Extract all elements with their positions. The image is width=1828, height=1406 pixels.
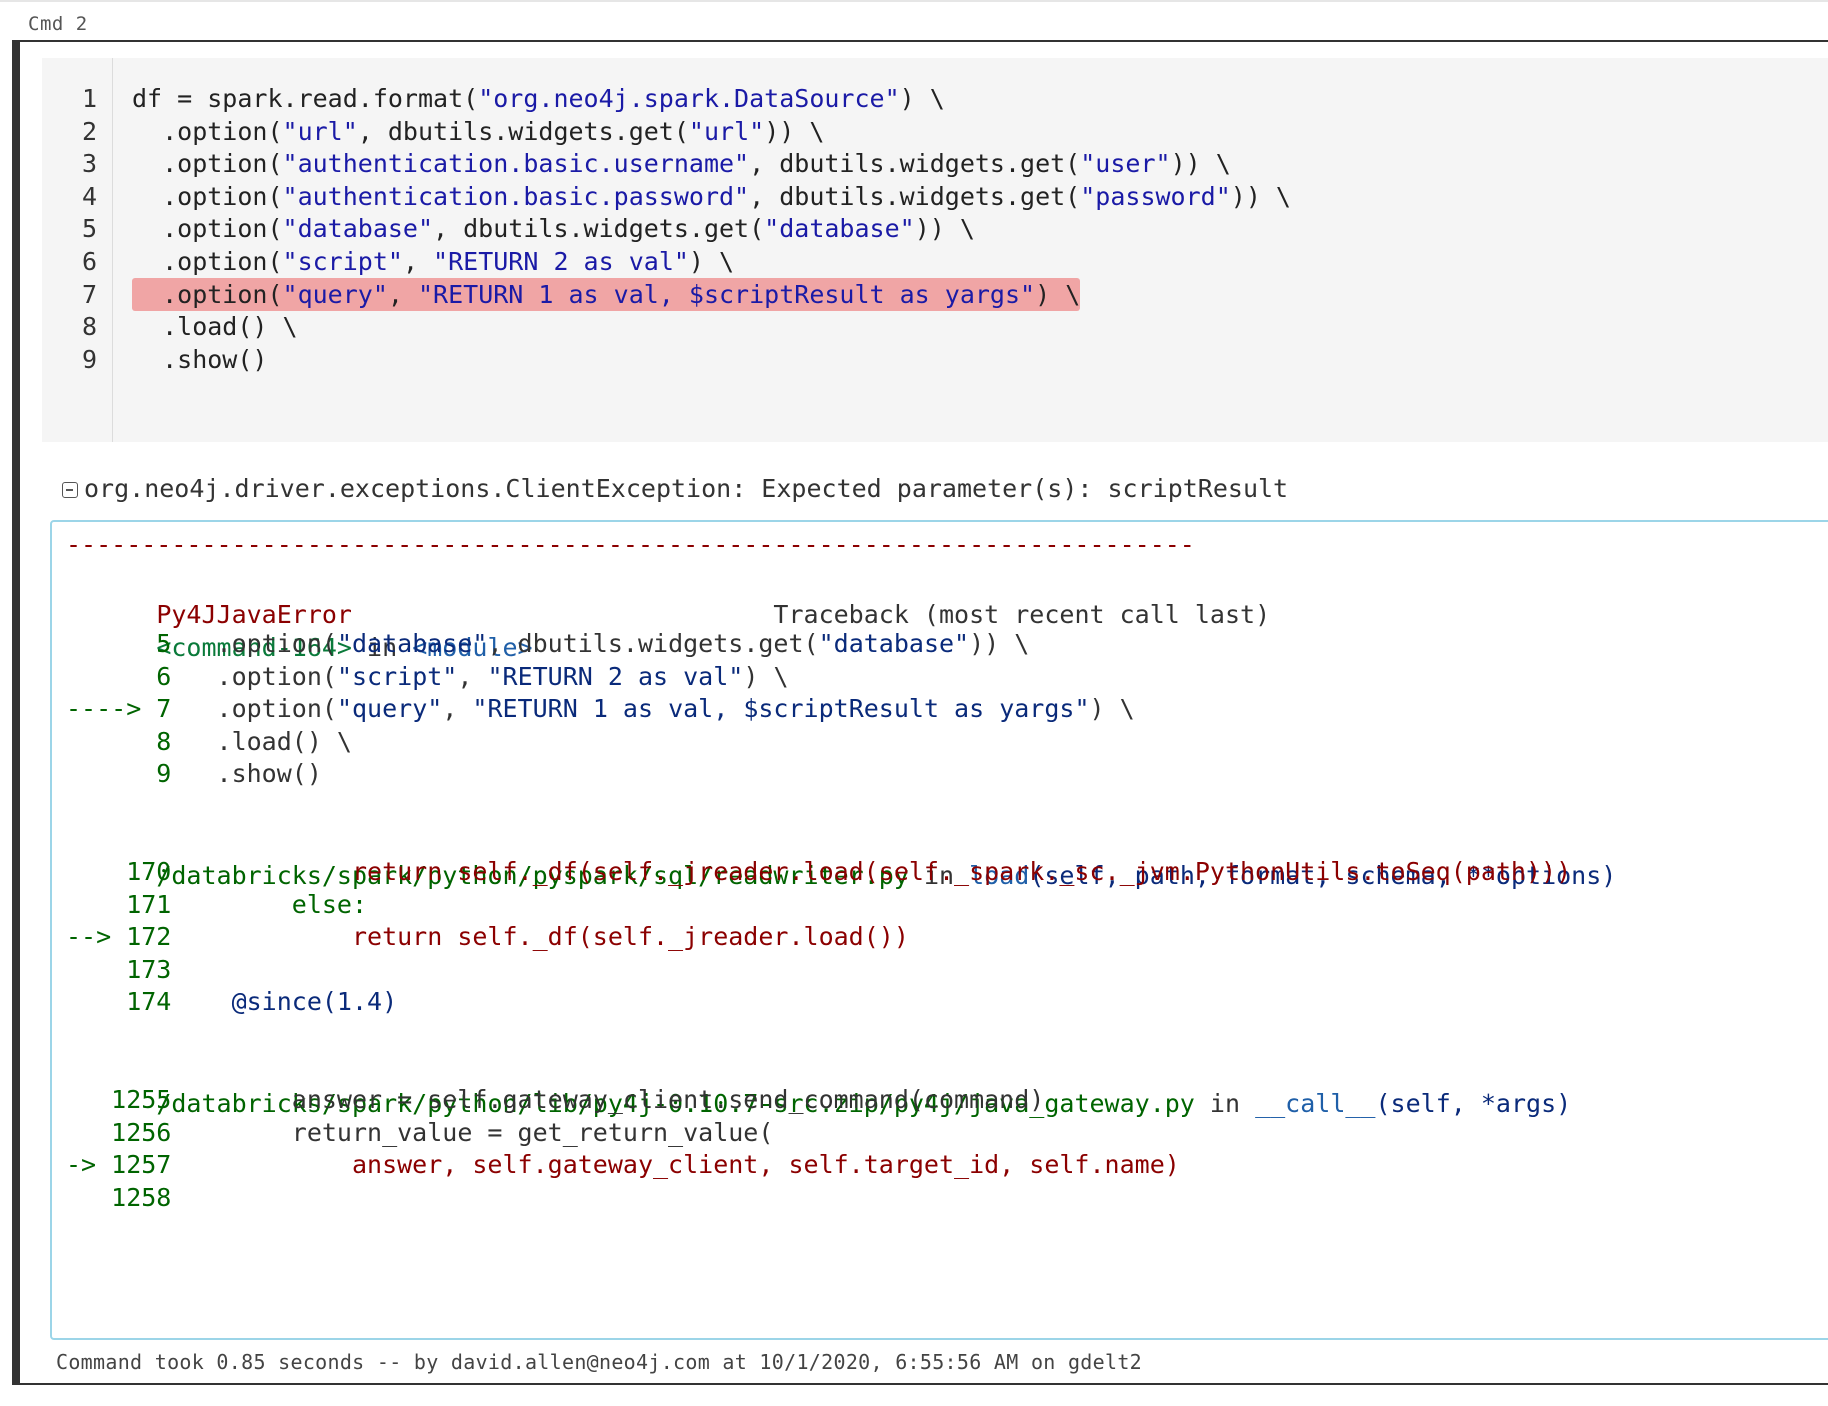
- line-number: 2: [81, 116, 97, 146]
- frame1-header: <command-164> in <module>: [66, 592, 532, 662]
- traceback-line: ----> 7 .option("query", "RETURN 1 as va…: [66, 690, 1135, 727]
- frame2-header: /databricks/spark/python/pyspark/sql/rea…: [66, 820, 1616, 890]
- traceback-line: 5 .option("database", dbutils.widgets.ge…: [66, 625, 1029, 662]
- top-divider: [0, 0, 1828, 2]
- traceback-line-number: -> 1257: [66, 1150, 172, 1180]
- traceback-line-number: ----> 7: [66, 694, 172, 724]
- traceback-code: .load() \: [171, 726, 352, 756]
- traceback-line-number: 170: [66, 857, 172, 886]
- code-text: .show(): [132, 344, 268, 374]
- traceback-code: .option("query", "RETURN 1 as val, $scri…: [171, 694, 1135, 724]
- code-text: .option("url", dbutils.widgets.get("url"…: [132, 116, 825, 146]
- traceback-line: 9 .show(): [66, 755, 322, 792]
- frame3-func: __call__: [1255, 1089, 1376, 1118]
- code-text: .load() \: [132, 312, 298, 342]
- traceback-line-number: 1255: [66, 1085, 172, 1114]
- line-number: 5: [81, 214, 97, 244]
- line-number: 8: [81, 312, 97, 342]
- code-text: .option("authentication.basic.password",…: [132, 181, 1291, 211]
- traceback-line: 174 @since(1.4): [66, 983, 397, 1020]
- traceback-line-number: 171: [66, 889, 172, 919]
- traceback-line: -> 1257 answer, self.gateway_client, sel…: [66, 1146, 1180, 1183]
- traceback-code: .option("script", "RETURN 2 as val") \: [171, 661, 789, 691]
- line-number: 6: [81, 247, 97, 276]
- traceback-dashes: ----------------------------------------…: [66, 530, 1195, 559]
- notebook-cell[interactable]: 1 df = spark.read.format("org.neo4j.spark…: [12, 40, 1828, 1385]
- traceback-line: 1256 return_value = get_return_value(: [66, 1114, 773, 1151]
- traceback-line: 171 else:: [66, 886, 367, 923]
- traceback-line-number: 9: [66, 759, 172, 789]
- traceback-line-number: 173: [66, 954, 172, 984]
- traceback-line: 6 .option("script", "RETURN 2 as val") \: [66, 658, 789, 695]
- line-number: 1: [81, 84, 97, 113]
- line-number: 7: [81, 279, 97, 309]
- traceback-code: answer = self.gateway_client.send_comman…: [171, 1085, 1045, 1114]
- traceback-line-number: 1256: [66, 1117, 172, 1147]
- code-text: df = spark.read.format("org.neo4j.spark.…: [132, 84, 945, 113]
- frame3-header: /databricks/spark/python/lib/py4j-0.10.7…: [66, 1048, 1571, 1118]
- code-text: .option("script", "RETURN 2 as val") \: [132, 247, 735, 276]
- cell-label: Cmd 2: [28, 13, 88, 35]
- error-line-highlight: .option("query", "RETURN 1 as val, $scri…: [132, 277, 1081, 311]
- traceback-line-number: 8: [66, 726, 172, 756]
- code-editor[interactable]: 1 df = spark.read.format("org.neo4j.spark…: [42, 58, 1828, 442]
- traceback-line: 8 .load() \: [66, 723, 352, 760]
- code-text: .option("database", dbutils.widgets.get(…: [132, 214, 975, 244]
- traceback-code: else:: [171, 889, 368, 919]
- error-header: org.neo4j.driver.exceptions.ClientExcept…: [84, 474, 1289, 503]
- line-number: 9: [81, 344, 97, 374]
- traceback-line-number: --> 172: [66, 922, 172, 952]
- traceback-line: 1258: [66, 1179, 171, 1216]
- traceback-line-number: 174: [66, 987, 172, 1017]
- code-text: .option("authentication.basic.username",…: [132, 149, 1231, 179]
- traceback-line-number: 6: [66, 661, 172, 691]
- traceback-line: 173: [66, 951, 171, 988]
- traceback-code: .option("database", dbutils.widgets.get(…: [171, 629, 1030, 658]
- traceback-output[interactable]: ----------------------------------------…: [50, 520, 1828, 1340]
- traceback-code: return self._df(self._jreader.load(self.…: [171, 857, 1572, 886]
- traceback-code: @since(1.4): [171, 987, 398, 1017]
- traceback-code: .show(): [171, 759, 322, 789]
- traceback-line-number: 1258: [66, 1182, 172, 1212]
- command-footer: Command took 0.85 seconds -- by david.al…: [56, 1350, 1143, 1374]
- collapse-toggle-icon[interactable]: [62, 482, 78, 498]
- frame3-in: in: [1194, 1089, 1256, 1118]
- traceback-title-row: Py4JJavaError Traceback (most recent cal…: [66, 559, 1270, 629]
- traceback-code: return_value = get_return_value(: [171, 1117, 774, 1147]
- frame3-args: (self, *args): [1375, 1089, 1572, 1118]
- traceback-code: return self._df(self._jreader.load()): [171, 922, 909, 952]
- line-number: 3: [81, 149, 97, 179]
- traceback-line: --> 172 return self._df(self._jreader.lo…: [66, 918, 909, 955]
- traceback-line: 1255 answer = self.gateway_client.send_c…: [66, 1081, 1044, 1118]
- traceback-line: 170 return self._df(self._jreader.load(s…: [66, 853, 1571, 890]
- line-number: 4: [81, 181, 97, 211]
- traceback-line-number: 5: [66, 629, 172, 658]
- code-text: .option("query", "RETURN 1 as val, $scri…: [132, 276, 1081, 313]
- traceback-code: answer, self.gateway_client, self.target…: [171, 1150, 1180, 1180]
